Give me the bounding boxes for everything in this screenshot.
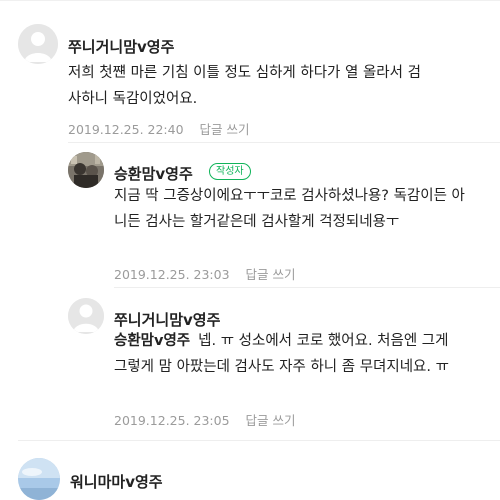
comment-divider [68,142,500,143]
comment-meta: 2019.12.25. 22:40 답글 쓰기 [68,119,250,138]
reply-button[interactable]: 답글 쓰기 [246,413,296,428]
comment-text: 승환맘v영주 넵. ㅠ 성소에서 코로 했어요. 처음엔 그게 그렇게 맘 아팠는… [114,328,458,380]
profile-photo-avatar[interactable] [68,152,104,188]
sky-photo-avatar[interactable] [18,458,60,500]
default-avatar-icon[interactable] [68,298,104,334]
comment-author[interactable]: 워니마마v영주 [70,471,163,492]
comment-meta: 2019.12.25. 23:03 답글 쓰기 [114,264,296,283]
comment-text: 저희 첫쨴 마른 기침 이틀 정도 심하게 하다가 열 올라서 검사하니 독감이… [68,65,421,107]
comment-date: 2019.12.25. 22:40 [68,122,184,137]
reply-button[interactable]: 답글 쓰기 [246,267,296,282]
comment-text: 지금 딱 그증상이에요ㅜㅜ코로 검사하셨나용? 독감이든 아니든 검사는 할거같… [114,188,465,230]
author-badge: 작성자 [209,163,251,180]
comment-divider [114,287,500,288]
mention-tag[interactable]: 승환맘v영주 [114,333,190,349]
comment-meta: 2019.12.25. 23:05 답글 쓰기 [114,410,296,429]
default-avatar-icon[interactable] [18,24,58,64]
comment-author[interactable]: 쭈니거니맘v영주 [68,36,174,57]
reply-button[interactable]: 답글 쓰기 [200,122,250,137]
comment-author[interactable]: 쭈니거니맘v영주 [114,309,220,330]
top-divider [0,0,500,1]
comment-date: 2019.12.25. 23:03 [114,267,230,282]
comment-divider [18,440,500,441]
comment-author[interactable]: 승환맘v영주 [114,163,193,184]
comment-date: 2019.12.25. 23:05 [114,413,230,428]
